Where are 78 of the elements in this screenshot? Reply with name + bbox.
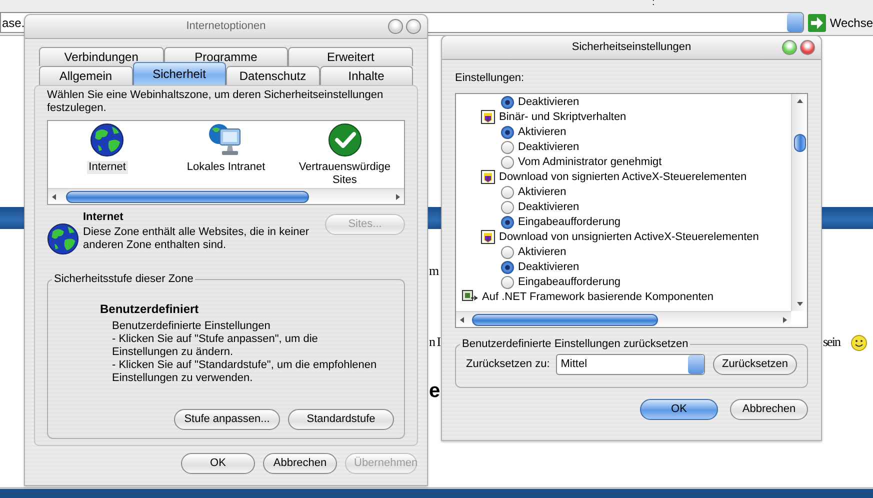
- option-label: Vom Administrator genehmigt: [518, 154, 662, 170]
- zone-description: Diese Zone enthält alle Websites, die in keiner anderen Zone enthalten sind.: [83, 226, 310, 252]
- group-title: Sicherheitsstufe dieser Zone: [53, 273, 194, 286]
- radio-button[interactable]: [501, 96, 514, 108]
- level-name: Benutzerdefiniert: [100, 301, 200, 318]
- text-mark: :: [652, 0, 655, 9]
- settings-icon: [481, 170, 495, 184]
- zone-item[interactable]: Vertrauenswürdige Sites: [285, 123, 404, 188]
- stepper-icon: [688, 354, 704, 374]
- option-label: Eingabeaufforderung: [518, 274, 621, 290]
- radio-button[interactable]: [501, 126, 514, 138]
- page-text: m: [429, 263, 438, 278]
- tab[interactable]: Sicherheit: [132, 62, 226, 85]
- setting-label: Download von unsignierten ActiveX-Steuerelementen: [499, 230, 759, 245]
- zone-item[interactable]: Internet: [48, 123, 167, 188]
- radio-button[interactable]: [501, 260, 514, 274]
- dialog-button[interactable]: OK: [640, 398, 718, 420]
- option-label: Deaktivieren: [518, 260, 580, 275]
- option-label: Deaktivieren: [518, 140, 580, 155]
- setting-label: Auf .NET Framework basierende Komponenten: [482, 290, 714, 305]
- horizontal-scrollbar[interactable]: [48, 188, 404, 204]
- go-button[interactable]: Wechse: [808, 14, 873, 32]
- dialog-button[interactable]: Abbrechen: [730, 398, 808, 420]
- globe-icon: [90, 123, 124, 157]
- tab[interactable]: Datenschutz: [226, 66, 320, 85]
- dialog-button[interactable]: Stufe anpassen...: [174, 409, 280, 430]
- minimize-button[interactable]: [388, 19, 403, 34]
- tab[interactable]: Inhalte: [320, 66, 413, 85]
- checkmark-icon: [328, 123, 362, 157]
- dialog-button[interactable]: Abbrechen: [263, 453, 337, 474]
- field-label: Zurücksetzen zu:: [466, 356, 550, 372]
- tab[interactable]: Allgemein: [39, 66, 132, 85]
- setting-label: Binär- und Skriptverhalten: [499, 110, 626, 125]
- radio-button[interactable]: [501, 140, 514, 154]
- instruction-text: Wählen Sie eine Webinhaltszone, um deren Sicherheitseinstellungen festzulegen.: [47, 89, 384, 115]
- reset-button[interactable]: Zurücksetzen: [712, 354, 797, 374]
- window-title: Sicherheitseinstellungen: [572, 40, 692, 56]
- settings-icon: [481, 230, 495, 244]
- arrow-icon: [808, 14, 826, 32]
- close-button[interactable]: [406, 19, 421, 34]
- option-label: Aktivieren: [518, 124, 566, 140]
- tab[interactable]: Verbindungen: [39, 47, 164, 66]
- page-text: n I: [429, 334, 440, 349]
- vertical-scrollbar[interactable]: [791, 94, 807, 310]
- radio-button[interactable]: [501, 246, 514, 258]
- globe-icon: [47, 223, 79, 255]
- option-label: Deaktivieren: [518, 94, 580, 110]
- settings-icon: [481, 110, 495, 124]
- option-label: Eingabeaufforderung: [518, 214, 621, 230]
- zone-item[interactable]: Lokales Intranet: [166, 123, 286, 188]
- option-label: Aktivieren: [518, 184, 566, 200]
- stepper-icon: [786, 13, 803, 32]
- level-description: - Klicken Sie auf "Standardstufe", um die empfohlenen Einstellungen zu verwenden.: [112, 359, 378, 385]
- radio-button[interactable]: [501, 276, 514, 288]
- level-description: - Klicken Sie auf "Stufe anpassen", um die Einstellungen zu ändern.: [112, 333, 319, 359]
- tab[interactable]: Erweitert: [288, 47, 414, 66]
- radio-button[interactable]: [501, 200, 514, 214]
- radio-button[interactable]: [501, 186, 514, 198]
- option-label: Aktivieren: [518, 244, 566, 260]
- dialog-button[interactable]: Standardstufe: [288, 409, 394, 430]
- horizontal-scrollbar[interactable]: [456, 310, 791, 326]
- level-description: Benutzerdefinierte Einstellungen: [112, 320, 272, 333]
- close-button[interactable]: [800, 40, 815, 55]
- minimize-button[interactable]: [782, 40, 797, 55]
- select-field[interactable]: Mittel: [556, 354, 705, 374]
- radio-button[interactable]: [501, 156, 514, 168]
- radio-button[interactable]: [501, 216, 514, 228]
- page-text: sein: [823, 334, 840, 349]
- dialog-button[interactable]: OK: [181, 453, 255, 474]
- component-icon: [462, 290, 478, 304]
- window-title: Internetoptionen: [186, 19, 266, 34]
- list-label: Einstellungen:: [455, 71, 526, 86]
- setting-label: Download von signierten ActiveX-Steuerelementen: [499, 170, 747, 185]
- page-heading: e: [429, 380, 440, 402]
- group-title: Benutzerdefinierte Einstellungen zurücksetzen: [461, 338, 690, 350]
- option-label: Deaktivieren: [518, 200, 580, 215]
- zone-name: Internet: [83, 210, 124, 225]
- smiley-icon: [851, 335, 867, 351]
